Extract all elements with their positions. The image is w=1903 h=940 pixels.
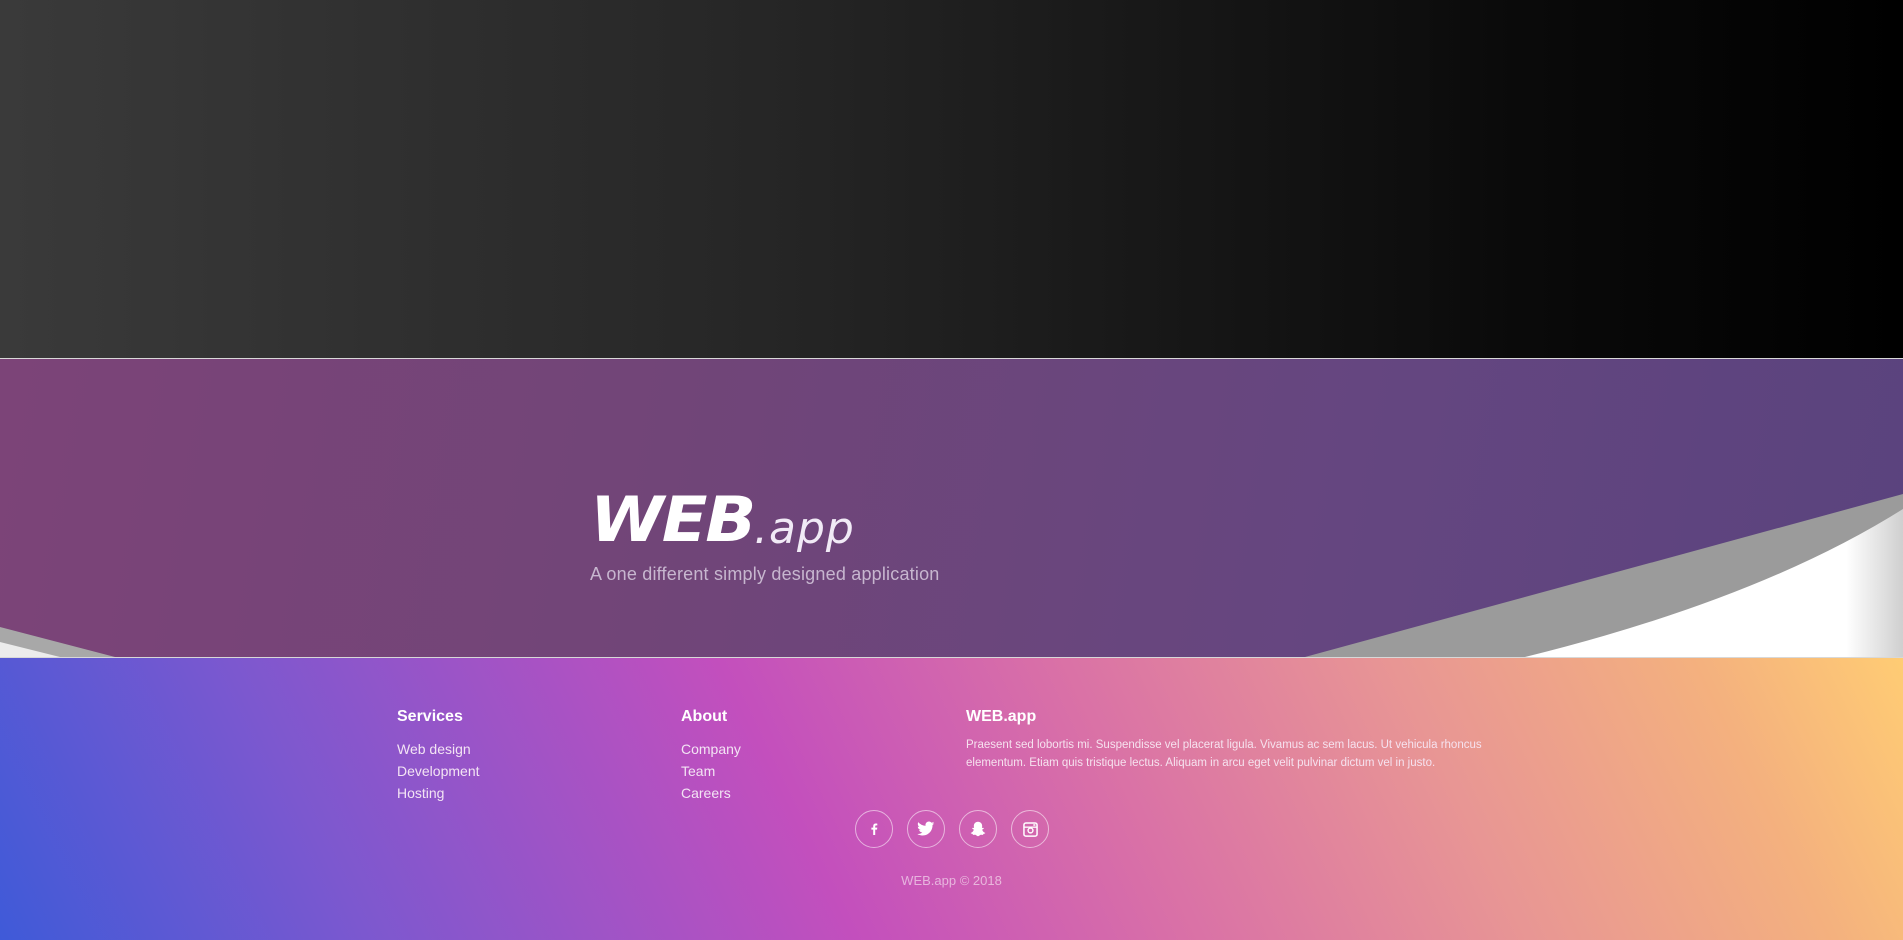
instagram-button[interactable]	[1011, 810, 1049, 848]
services-heading: Services	[397, 708, 463, 725]
footer: Services Web design Development Hosting …	[0, 658, 1903, 940]
logo-suffix-text: .app	[754, 503, 855, 554]
footer-services-column: Services Web design Development Hosting	[397, 708, 480, 804]
about-link-company[interactable]: Company	[681, 738, 741, 760]
about-link-team[interactable]: Team	[681, 760, 741, 782]
top-dark-section	[0, 0, 1903, 358]
facebook-icon	[871, 823, 878, 835]
wave-decoration	[0, 494, 1903, 657]
snapchat-button[interactable]	[959, 810, 997, 848]
tagline: A one different simply designed applicat…	[590, 564, 940, 584]
footer-webapp-column: WEB.app Praesent sed lobortis mi. Suspen…	[966, 708, 1526, 772]
footer-about-column: About Company Team Careers	[681, 708, 741, 804]
logo: WEB .app	[590, 489, 855, 551]
facebook-button[interactable]	[855, 810, 893, 848]
webapp-description: Praesent sed lobortis mi. Suspendisse ve…	[966, 739, 1482, 769]
logo-main-text: WEB	[590, 483, 756, 556]
services-link-hosting[interactable]: Hosting	[397, 782, 480, 804]
hero-section: WEB .app A one different simply designed…	[0, 359, 1903, 657]
about-link-careers[interactable]: Careers	[681, 782, 741, 804]
services-link-development[interactable]: Development	[397, 760, 480, 782]
copyright-text: WEB.app © 2018	[901, 873, 1002, 888]
social-links	[855, 810, 1049, 848]
webapp-heading: WEB.app	[966, 708, 1037, 725]
twitter-button[interactable]	[907, 810, 945, 848]
twitter-icon	[917, 821, 935, 836]
snapchat-icon	[970, 821, 986, 837]
services-link-web-design[interactable]: Web design	[397, 738, 480, 760]
about-heading: About	[681, 708, 728, 725]
instagram-icon	[1022, 821, 1038, 837]
